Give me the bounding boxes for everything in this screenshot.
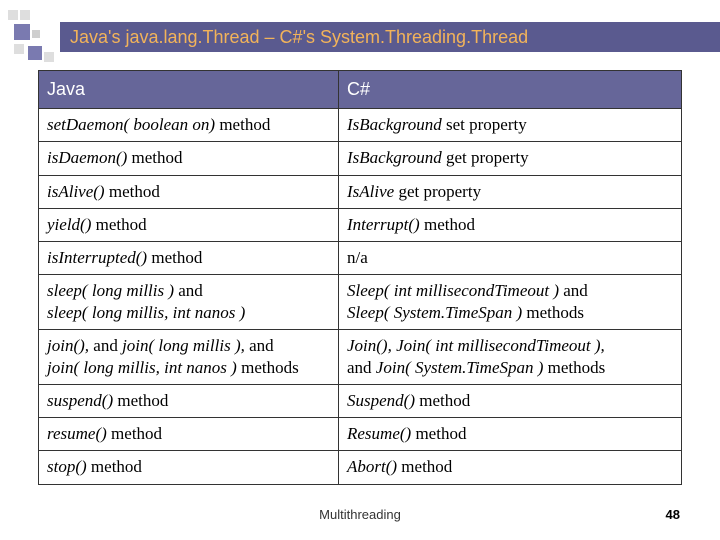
table-row: stop() methodAbort() method (39, 451, 682, 484)
table-row: resume() methodResume() method (39, 418, 682, 451)
deco-square (44, 52, 54, 62)
corner-decoration (0, 0, 60, 80)
cell-java: sleep( long millis ) andsleep( long mill… (39, 274, 339, 329)
cell-java: suspend() method (39, 385, 339, 418)
slide-title: Java's java.lang.Thread – C#'s System.Th… (70, 27, 528, 48)
table-row: isInterrupted() methodn/a (39, 241, 682, 274)
cell-csharp: Abort() method (339, 451, 682, 484)
cell-java: isDaemon() method (39, 142, 339, 175)
table-row: sleep( long millis ) andsleep( long mill… (39, 274, 682, 329)
table-row: isAlive() methodIsAlive get property (39, 175, 682, 208)
cell-csharp: Join(), Join( int millisecondTimeout ),a… (339, 330, 682, 385)
table-row: yield() methodInterrupt() method (39, 208, 682, 241)
deco-square (8, 10, 18, 20)
cell-java: resume() method (39, 418, 339, 451)
comparison-table: Java C# setDaemon( boolean on) methodIsB… (38, 70, 682, 485)
cell-csharp: IsAlive get property (339, 175, 682, 208)
deco-square (28, 46, 42, 60)
cell-csharp: Suspend() method (339, 385, 682, 418)
cell-csharp: Resume() method (339, 418, 682, 451)
cell-java: isAlive() method (39, 175, 339, 208)
slide: Java's java.lang.Thread – C#'s System.Th… (0, 0, 720, 540)
table-header-row: Java C# (39, 71, 682, 109)
cell-java: isInterrupted() method (39, 241, 339, 274)
cell-java: stop() method (39, 451, 339, 484)
cell-java: join(), and join( long millis ), andjoin… (39, 330, 339, 385)
deco-square (14, 44, 24, 54)
header-csharp: C# (339, 71, 682, 109)
table-body: setDaemon( boolean on) methodIsBackgroun… (39, 109, 682, 484)
deco-square (20, 10, 30, 20)
cell-java: setDaemon( boolean on) method (39, 109, 339, 142)
footer-text: Multithreading (0, 507, 720, 522)
table-row: setDaemon( boolean on) methodIsBackgroun… (39, 109, 682, 142)
title-bar: Java's java.lang.Thread – C#'s System.Th… (60, 22, 720, 52)
deco-square (32, 30, 40, 38)
header-java: Java (39, 71, 339, 109)
deco-square (14, 24, 30, 40)
table-row: join(), and join( long millis ), andjoin… (39, 330, 682, 385)
cell-csharp: IsBackground get property (339, 142, 682, 175)
cell-csharp: Interrupt() method (339, 208, 682, 241)
cell-csharp: n/a (339, 241, 682, 274)
table-row: isDaemon() methodIsBackground get proper… (39, 142, 682, 175)
page-number: 48 (666, 507, 680, 522)
cell-csharp: IsBackground set property (339, 109, 682, 142)
cell-java: yield() method (39, 208, 339, 241)
table-row: suspend() methodSuspend() method (39, 385, 682, 418)
cell-csharp: Sleep( int millisecondTimeout ) andSleep… (339, 274, 682, 329)
